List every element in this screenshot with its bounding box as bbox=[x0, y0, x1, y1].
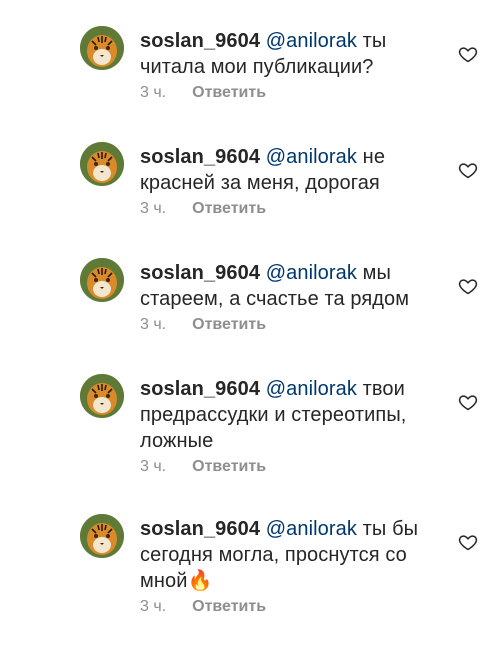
heart-outline-icon[interactable] bbox=[458, 160, 478, 180]
comment-text: soslan_9604 @anilorak ты бы сегодня могл… bbox=[140, 516, 440, 594]
comment-meta: 3 ч. Ответить bbox=[140, 598, 266, 616]
comment-text: soslan_9604 @anilorak твои предрассудки … bbox=[140, 376, 440, 454]
comment-meta: 3 ч. Ответить bbox=[140, 84, 266, 102]
comment-meta: 3 ч. Ответить bbox=[140, 200, 266, 218]
comment-username[interactable]: soslan_9604 bbox=[140, 518, 260, 540]
comment-time: 3 ч. bbox=[140, 84, 167, 101]
heart-outline-icon[interactable] bbox=[458, 532, 478, 552]
comment-username[interactable]: soslan_9604 bbox=[140, 146, 260, 168]
comment-text: soslan_9604 @anilorak не красней за меня… bbox=[140, 144, 440, 196]
comment-time: 3 ч. bbox=[140, 598, 167, 615]
comment-username[interactable]: soslan_9604 bbox=[140, 262, 260, 284]
comment-mention[interactable]: @anilorak bbox=[266, 262, 357, 284]
comment-mention[interactable]: @anilorak bbox=[266, 378, 357, 400]
fire-emoji-icon: 🔥 bbox=[187, 570, 213, 592]
tiger-avatar-icon[interactable] bbox=[80, 374, 124, 418]
reply-button[interactable]: Ответить bbox=[192, 316, 266, 334]
comment-mention[interactable]: @anilorak bbox=[266, 146, 357, 168]
heart-outline-icon[interactable] bbox=[458, 44, 478, 64]
heart-outline-icon[interactable] bbox=[458, 392, 478, 412]
comment-text: soslan_9604 @anilorak мы стареем, а счас… bbox=[140, 260, 440, 312]
comment-username[interactable]: soslan_9604 bbox=[140, 30, 260, 52]
heart-outline-icon[interactable] bbox=[458, 276, 478, 296]
comment-time: 3 ч. bbox=[140, 200, 167, 217]
comment-meta: 3 ч. Ответить bbox=[140, 458, 266, 476]
reply-button[interactable]: Ответить bbox=[192, 200, 266, 218]
reply-button[interactable]: Ответить bbox=[192, 598, 266, 616]
comment-mention[interactable]: @anilorak bbox=[266, 518, 357, 540]
comment-text: soslan_9604 @anilorak ты читала мои публ… bbox=[140, 28, 440, 80]
comment-mention[interactable]: @anilorak bbox=[266, 30, 357, 52]
tiger-avatar-icon[interactable] bbox=[80, 142, 124, 186]
comment-username[interactable]: soslan_9604 bbox=[140, 378, 260, 400]
tiger-avatar-icon[interactable] bbox=[80, 514, 124, 558]
comment-meta: 3 ч. Ответить bbox=[140, 316, 266, 334]
reply-button[interactable]: Ответить bbox=[192, 84, 266, 102]
comment-time: 3 ч. bbox=[140, 458, 167, 475]
reply-button[interactable]: Ответить bbox=[192, 458, 266, 476]
tiger-avatar-icon[interactable] bbox=[80, 258, 124, 302]
comment-time: 3 ч. bbox=[140, 316, 167, 333]
tiger-avatar-icon[interactable] bbox=[80, 26, 124, 70]
